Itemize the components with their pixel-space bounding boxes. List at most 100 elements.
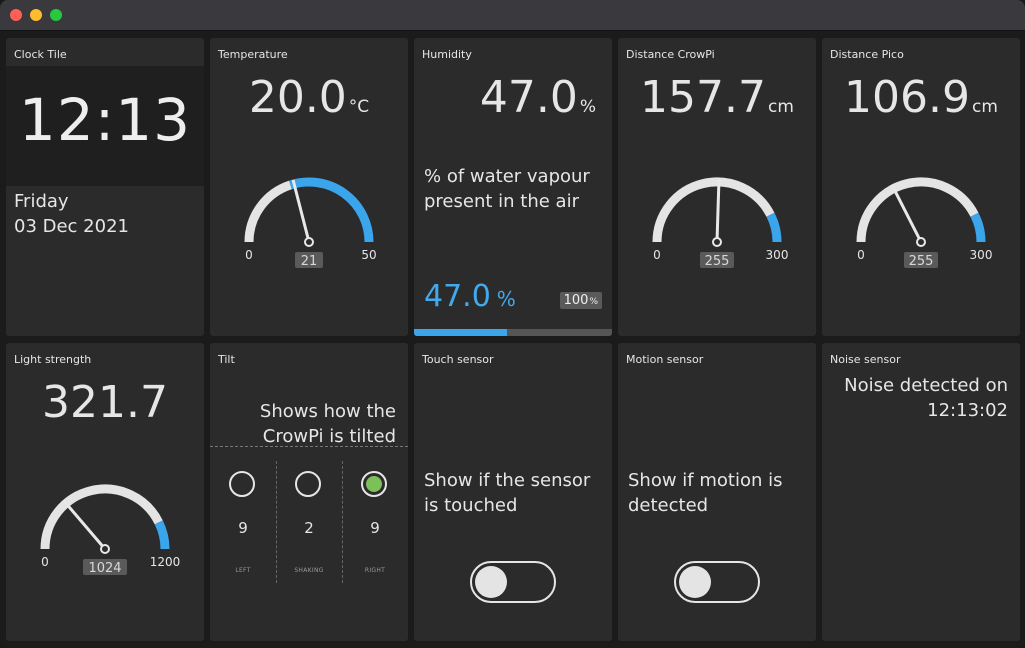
distance-pico-number: 106.9 [844, 72, 971, 123]
tile-title: Distance CrowPi [626, 48, 715, 61]
gauge-high-range [154, 520, 170, 550]
clock-day: Friday [14, 191, 69, 212]
light-value: 321.7 [42, 377, 168, 428]
tilt-left: 9 LEFT [210, 461, 276, 581]
humidity-max-unit: % [589, 297, 598, 307]
clock-tile: Clock Tile 12:13 Friday 03 Dec 2021 [6, 38, 204, 336]
distance-crowpi-gauge: 255 0 300 [652, 177, 789, 269]
gauge-needle-value: 21 [301, 254, 318, 269]
tilt-right-label: RIGHT [364, 567, 386, 574]
gauge-needle-value: 255 [705, 254, 730, 269]
distance-crowpi-tile: Distance CrowPi 157.7 cm 255 0 300 [618, 38, 816, 336]
motion-sensor-tile: Motion sensor Show if motion is detected [618, 343, 816, 641]
noise-status: Noise detected on 12:13:02 [844, 373, 1008, 423]
clock-date: 03 Dec 2021 [14, 216, 129, 237]
toggle-knob [679, 566, 711, 598]
tilt-left-indicator [229, 471, 255, 497]
tile-title: Light strength [14, 353, 92, 366]
tile-title: Noise sensor [830, 353, 901, 366]
touch-toggle[interactable] [470, 561, 556, 603]
gauge-needle [890, 184, 923, 243]
motion-toggle[interactable] [674, 561, 760, 603]
tile-title: Touch sensor [422, 353, 494, 366]
temperature-number: 20.0 [248, 72, 347, 123]
touch-sensor-tile: Touch sensor Show if the sensor is touch… [414, 343, 612, 641]
tile-title: Tilt [218, 353, 235, 366]
gauge-needle [715, 177, 721, 243]
clock-time: 12:13 [18, 86, 192, 154]
gauge-hub [916, 237, 926, 247]
tilt-left-count: 9 [238, 519, 248, 537]
motion-description: Show if motion is detected [628, 470, 783, 516]
toggle-knob [475, 566, 507, 598]
distance-crowpi-unit: cm [768, 97, 794, 117]
light-strength-tile: Light strength 321.7 1024 0 1200 [6, 343, 204, 641]
light-gauge: 1024 0 1200 [40, 484, 181, 576]
close-window-button[interactable] [10, 9, 22, 21]
gauge-hub [712, 237, 722, 247]
distance-crowpi-number: 157.7 [640, 72, 767, 123]
temperature-tile: Temperature 20.0 °C 21 0 50 [210, 38, 408, 336]
gauge-max-label: 300 [766, 248, 789, 262]
tile-title: Distance Pico [830, 48, 904, 61]
tilt-tile: Tilt Shows how the CrowPi is tilted 9 LEF… [210, 343, 408, 641]
tile-title: Temperature [218, 48, 288, 61]
gauge-min-label: 0 [653, 248, 661, 262]
humidity-tile: Humidity 47.0% % of water vapour present… [414, 38, 612, 336]
humidity-max-badge: 100% [559, 292, 602, 309]
gauge-needle [291, 179, 311, 243]
gauge-max-label: 300 [970, 248, 993, 262]
tilt-shaking: 2 SHAKING [276, 461, 342, 581]
humidity-progress-fill [414, 329, 508, 336]
tilt-shaking-count: 2 [304, 519, 314, 537]
temperature-gauge: 21 0 50 [244, 177, 377, 269]
noise-sensor-tile: Noise sensor Noise detected on 12:13:02 [822, 343, 1020, 641]
humidity-description: % of water vapour present in the air [424, 166, 590, 212]
tile-title: Motion sensor [626, 353, 704, 366]
tilt-shaking-indicator [295, 471, 321, 497]
tile-title: Humidity [422, 48, 472, 61]
tilt-description-line: Shows how the [259, 401, 396, 422]
distance-pico-value: 106.9 cm [822, 72, 1020, 123]
tilt-right-count: 9 [370, 519, 380, 537]
gauge-hub [304, 237, 314, 247]
gauge-track [652, 177, 775, 243]
minimize-window-button[interactable] [30, 9, 42, 21]
gauge-needle [62, 499, 107, 550]
gauge-min-label: 0 [41, 555, 49, 569]
tilt-divider [210, 446, 408, 447]
humidity-bar-value: 47.0% [424, 279, 516, 314]
tile-title: Clock Tile [14, 48, 67, 61]
gauge-track [40, 484, 163, 550]
humidity-bar-number: 47.0 [424, 279, 491, 314]
distance-pico-unit: cm [972, 97, 998, 117]
app-window: Clock Tile 12:13 Friday 03 Dec 2021 Temp… [0, 0, 1025, 648]
humidity-value: 47.0% [480, 72, 596, 123]
humidity-bar-unit: % [496, 287, 516, 311]
tilt-shaking-label: SHAKING [294, 567, 324, 574]
gauge-high-range [766, 212, 782, 243]
gauge-track [244, 180, 293, 243]
tilt-right-indicator [361, 471, 387, 497]
gauge-high-range [970, 212, 986, 243]
noise-detected-time: 12:13:02 [927, 400, 1008, 421]
humidity-progress-bar [414, 329, 612, 336]
distance-pico-tile: Distance Pico 106.9 cm 255 0 300 [822, 38, 1020, 336]
title-bar [0, 0, 1025, 31]
humidity-unit: % [579, 97, 596, 117]
gauge-min-label: 0 [245, 248, 253, 262]
humidity-max-number: 100 [563, 293, 589, 308]
zoom-window-button[interactable] [50, 9, 62, 21]
distance-pico-gauge: 255 0 300 [856, 177, 993, 269]
tilt-right: 9 RIGHT [342, 461, 408, 581]
humidity-number: 47.0 [479, 72, 578, 123]
temperature-value: 20.0 °C [210, 72, 408, 123]
tilt-left-label: LEFT [235, 567, 251, 574]
gauge-max-label: 50 [361, 248, 376, 262]
touch-description: Show if the sensor is touched [424, 470, 591, 516]
gauge-max-label: 1200 [150, 555, 181, 569]
gauge-min-label: 0 [857, 248, 865, 262]
temperature-unit: °C [348, 97, 370, 117]
gauge-hub [100, 544, 110, 554]
distance-crowpi-value: 157.7 cm [618, 72, 816, 123]
